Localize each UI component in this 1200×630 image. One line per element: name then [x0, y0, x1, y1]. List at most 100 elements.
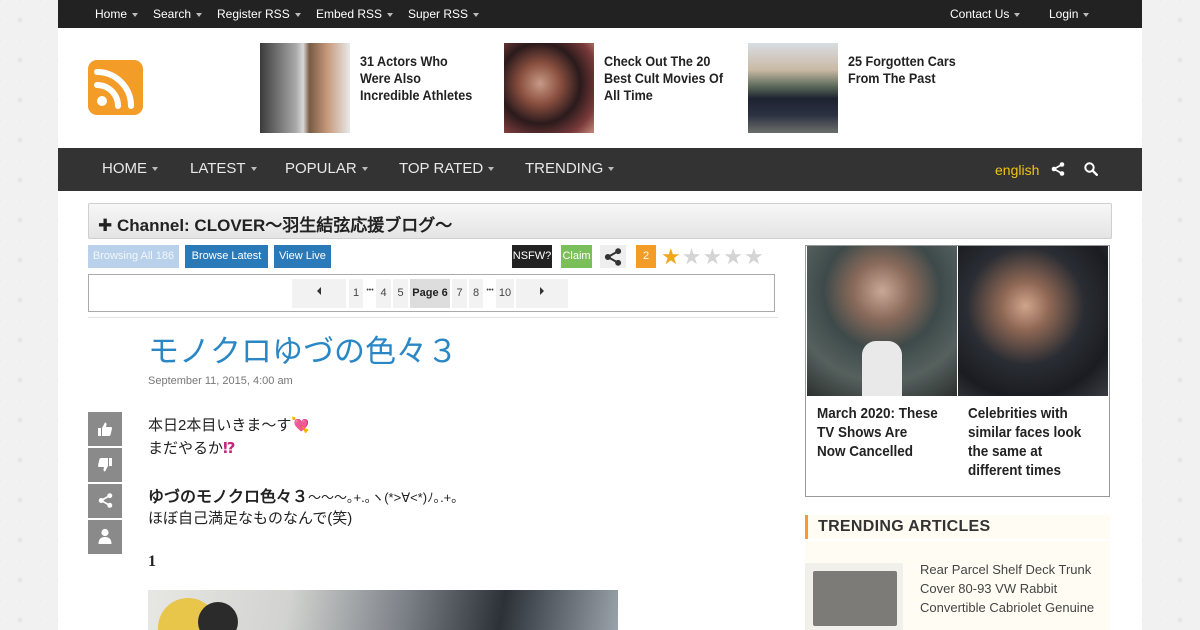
share-icon[interactable] — [1051, 162, 1065, 181]
language-selector[interactable]: english — [995, 162, 1039, 178]
top-nav-label: Home — [95, 7, 128, 21]
page-link[interactable]: 5 — [393, 279, 408, 308]
promo-image[interactable] — [260, 43, 350, 133]
chevron-down-icon — [473, 12, 480, 17]
article-title[interactable]: モノクロゆづの色々３ — [148, 326, 458, 371]
promo-title[interactable]: 31 Actors Who Were Also Incredible Athle… — [360, 53, 482, 104]
author-button[interactable] — [88, 520, 122, 554]
channel-title: Channel: CLOVER～羽生結弦応援ブログ～ — [116, 216, 453, 235]
section-number: 1 — [148, 553, 156, 570]
top-nav-home[interactable]: Home — [95, 7, 139, 21]
trending-heading: TRENDING ARTICLES — [805, 515, 1110, 539]
top-nav-login[interactable]: Login — [1049, 7, 1090, 21]
share-article-button[interactable] — [88, 484, 122, 518]
chevron-down-icon — [196, 12, 203, 17]
chevron-down-icon — [294, 12, 301, 17]
browse-latest-button[interactable]: Browse Latest — [185, 245, 268, 268]
top-nav-bar: Home Search Register RSS Embed RSS Super… — [58, 0, 1142, 28]
recommended-widget: March 2020: These TV Shows Are Now Cance… — [805, 245, 1110, 497]
trending-thumb[interactable] — [805, 563, 903, 630]
trending-title[interactable]: Rear Parcel Shelf Deck Trunk Cover 80-93… — [920, 560, 1110, 617]
search-icon[interactable] — [1084, 162, 1098, 181]
top-nav-label: Super RSS — [408, 7, 469, 21]
promo-title[interactable]: Check Out The 20 Best Cult Movies Of All… — [604, 53, 726, 104]
main-nav-popular[interactable]: POPULAR — [285, 160, 368, 177]
main-nav-top-rated[interactable]: TOP RATED — [399, 160, 495, 177]
star-empty-icon[interactable]: ★ — [723, 246, 743, 268]
main-nav-latest[interactable]: LATEST — [190, 160, 257, 177]
user-icon — [98, 528, 112, 544]
article-text: 本日2本目いきま～す — [148, 417, 292, 434]
page-link[interactable]: 10 — [496, 279, 514, 308]
star-empty-icon[interactable]: ★ — [744, 246, 764, 268]
recommended-title[interactable]: March 2020: These TV Shows Are Now Cance… — [817, 404, 939, 461]
top-nav-super-rss[interactable]: Super RSS — [408, 7, 480, 21]
article-line: ゆづのモノクロ色々３～～～｡+.｡ヽ(*>∀<*)ﾉ｡.+｡ — [148, 483, 458, 507]
promo-title[interactable]: 25 Forgotten Cars From The Past — [848, 53, 970, 87]
promo-image[interactable] — [504, 43, 594, 133]
chevron-down-icon — [1083, 12, 1090, 17]
article-bold-text: ゆづのモノクロ色々３ — [148, 489, 309, 506]
chevron-down-icon — [361, 167, 368, 172]
view-live-button[interactable]: View Live — [274, 245, 331, 268]
star-filled-icon[interactable]: ★ — [661, 246, 681, 268]
main-nav-home[interactable]: HOME — [102, 160, 158, 177]
star-empty-icon[interactable]: ★ — [682, 246, 702, 268]
top-nav-label: Register RSS — [217, 7, 290, 21]
page-link[interactable]: 7 — [452, 279, 467, 308]
recommended-title[interactable]: Celebrities with similar faces look the … — [968, 404, 1090, 480]
rss-logo-icon[interactable] — [88, 60, 143, 115]
main-nav-label: HOME — [102, 160, 147, 177]
promo-card[interactable]: 25 Forgotten Cars From The Past — [748, 43, 988, 133]
next-page-button[interactable] — [516, 279, 568, 308]
promo-card[interactable]: 31 Actors Who Were Also Incredible Athle… — [260, 43, 500, 133]
top-nav-label: Embed RSS — [316, 7, 383, 21]
star-rating[interactable]: ★★★★★ — [661, 246, 765, 268]
thumbs-up-icon — [98, 422, 112, 436]
page-link[interactable]: 8 — [469, 279, 483, 308]
article-line: ほぼ自己満足なものなんで(笑) — [148, 510, 353, 527]
chevron-down-icon — [152, 167, 158, 172]
like-button[interactable] — [88, 412, 122, 446]
chevron-down-icon — [608, 167, 615, 172]
article-image[interactable] — [148, 590, 618, 630]
top-nav-search[interactable]: Search — [153, 7, 203, 21]
promo-card[interactable]: Check Out The 20 Best Cult Movies Of All… — [504, 43, 744, 133]
chevron-down-icon — [132, 12, 139, 17]
celeb-image[interactable] — [807, 246, 957, 396]
image-shape — [813, 571, 897, 626]
claim-button[interactable]: Claim — [561, 245, 592, 268]
article-date: September 11, 2015, 4:00 am — [148, 375, 293, 387]
page-link[interactable]: 1 — [349, 279, 363, 308]
thumbs-down-icon — [98, 458, 112, 472]
interrobang-icon: ⁉ — [223, 440, 236, 457]
page-link[interactable]: 4 — [376, 279, 391, 308]
top-nav-register-rss[interactable]: Register RSS — [217, 7, 301, 21]
prev-page-button[interactable] — [292, 279, 346, 308]
main-nav-label: POPULAR — [285, 160, 357, 177]
dislike-button[interactable] — [88, 448, 122, 482]
star-empty-icon[interactable]: ★ — [702, 246, 722, 268]
divider — [88, 317, 778, 318]
nsfw-button[interactable]: NSFW? — [512, 245, 552, 268]
chevron-left-icon — [317, 287, 321, 295]
article-line: まだやるか⁉ — [148, 437, 235, 458]
pagination: 1 ••• 4 5 Page 6 7 8 ••• 10 — [88, 274, 775, 312]
chevron-down-icon — [488, 167, 495, 172]
plus-icon: ✚ — [98, 216, 113, 235]
image-shape — [862, 341, 902, 396]
chevron-down-icon — [1014, 12, 1021, 17]
top-nav-contact-us[interactable]: Contact Us — [950, 7, 1021, 21]
article-line: 本日2本目いきま～す💘 — [148, 414, 310, 435]
main-nav-label: TOP RATED — [399, 160, 484, 177]
main-nav-trending[interactable]: TRENDING — [525, 160, 615, 177]
browsing-all-button[interactable]: Browsing All 186 — [88, 245, 179, 268]
main-nav: HOME LATEST POPULAR TOP RATED TRENDING e… — [58, 148, 1142, 191]
celeb-image[interactable] — [958, 246, 1108, 396]
promo-image[interactable] — [748, 43, 838, 133]
top-nav-embed-rss[interactable]: Embed RSS — [316, 7, 394, 21]
pager-ellipsis: ••• — [366, 287, 374, 294]
count-badge: 2 — [636, 245, 656, 268]
chevron-down-icon — [250, 167, 257, 172]
share-button[interactable] — [600, 245, 626, 268]
